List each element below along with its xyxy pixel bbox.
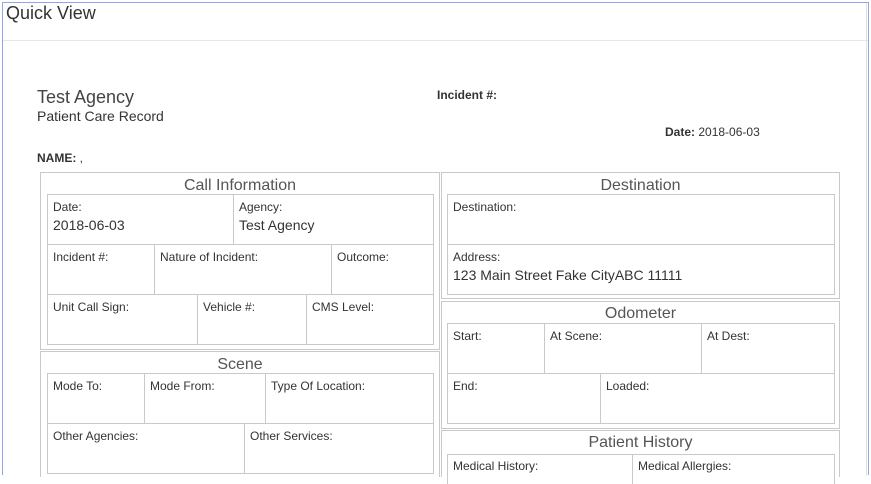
window-header: Quick View	[3, 3, 868, 41]
record-date: Date: 2018-06-03	[665, 125, 760, 139]
call-date-value: 2018-06-03	[53, 217, 125, 233]
call-information-title: Call Information	[183, 177, 297, 194]
odometer-start-label: Start:	[453, 329, 482, 343]
nature-of-incident-field: Nature of Incident:	[154, 244, 332, 295]
record-date-value: 2018-06-03	[698, 125, 760, 139]
unit-call-sign-field: Unit Call Sign:	[47, 294, 198, 345]
odometer-loaded-field: Loaded:	[600, 373, 835, 424]
nature-of-incident-label: Nature of Incident:	[160, 250, 259, 264]
incident-number-label: Incident #:	[437, 88, 498, 102]
record-date-label: Date:	[665, 125, 696, 139]
medical-history-field: Medical History:	[447, 454, 633, 484]
cms-level-label: CMS Level:	[312, 300, 375, 314]
medical-allergies-field: Medical Allergies:	[632, 454, 835, 484]
patient-name: NAME: ,	[37, 151, 83, 165]
outcome-label: Outcome:	[337, 250, 390, 264]
odometer-at-dest-label: At Dest:	[707, 329, 750, 343]
destination-panel: Destination Destination: Address: 123 Ma…	[441, 172, 840, 299]
other-agencies-label: Other Agencies:	[53, 429, 139, 443]
patient-name-value: ,	[76, 151, 83, 165]
vehicle-number-field: Vehicle #:	[197, 294, 307, 345]
incident-number-field-label: Incident #:	[53, 250, 109, 264]
odometer-start-field: Start:	[447, 323, 545, 374]
cms-level-field: CMS Level:	[306, 294, 434, 345]
call-agency-field: Agency: Test Agency	[233, 194, 434, 245]
mode-to-field: Mode To:	[47, 373, 145, 424]
other-services-field: Other Services:	[244, 423, 434, 474]
medical-history-label: Medical History:	[453, 459, 539, 473]
destination-field: Destination:	[447, 194, 835, 245]
type-of-location-label: Type Of Location:	[271, 379, 366, 393]
patient-history-title: Patient History	[588, 434, 693, 451]
incident-number-field: Incident #:	[47, 244, 155, 295]
call-date-label: Date:	[53, 200, 82, 214]
record-title: Patient Care Record	[37, 108, 164, 124]
call-information-panel: Call Information Date: 2018-06-03 Agency…	[40, 172, 440, 350]
odometer-end-field: End:	[447, 373, 601, 424]
call-agency-value: Test Agency	[239, 217, 315, 233]
call-date-field: Date: 2018-06-03	[47, 194, 234, 245]
address-field: Address: 123 Main Street Fake CityABC 11…	[447, 244, 835, 295]
mode-to-label: Mode To:	[53, 379, 103, 393]
odometer-at-scene-label: At Scene:	[550, 329, 603, 343]
patient-name-label: NAME:	[37, 151, 77, 165]
scene-title: Scene	[217, 356, 263, 373]
destination-label: Destination:	[453, 200, 517, 214]
type-of-location-field: Type Of Location:	[265, 373, 434, 424]
odometer-at-scene-field: At Scene:	[544, 323, 702, 374]
patient-history-panel: Patient History Medical History: Medical…	[441, 430, 840, 484]
unit-call-sign-label: Unit Call Sign:	[53, 300, 130, 314]
scene-panel: Scene Mode To: Mode From: Type Of Locati…	[40, 351, 440, 477]
address-value: 123 Main Street Fake CityABC 11111	[453, 267, 683, 283]
agency-name: Test Agency	[37, 87, 135, 107]
mode-from-field: Mode From:	[144, 373, 266, 424]
call-agency-label: Agency:	[239, 200, 283, 214]
address-label: Address:	[453, 250, 501, 264]
odometer-end-label: End:	[453, 379, 478, 393]
scroll-divider	[866, 3, 867, 476]
destination-title: Destination	[600, 177, 681, 194]
mode-from-label: Mode From:	[150, 379, 215, 393]
odometer-title: Odometer	[604, 305, 677, 322]
window-title: Quick View	[6, 3, 96, 23]
medical-allergies-label: Medical Allergies:	[638, 459, 732, 473]
vehicle-number-label: Vehicle #:	[203, 300, 256, 314]
odometer-loaded-label: Loaded:	[606, 379, 650, 393]
outcome-field: Outcome:	[331, 244, 434, 295]
other-agencies-field: Other Agencies:	[47, 423, 245, 474]
other-services-label: Other Services:	[250, 429, 333, 443]
odometer-at-dest-field: At Dest:	[701, 323, 835, 374]
odometer-panel: Odometer Start: At Scene: At Dest: End: …	[441, 301, 840, 429]
